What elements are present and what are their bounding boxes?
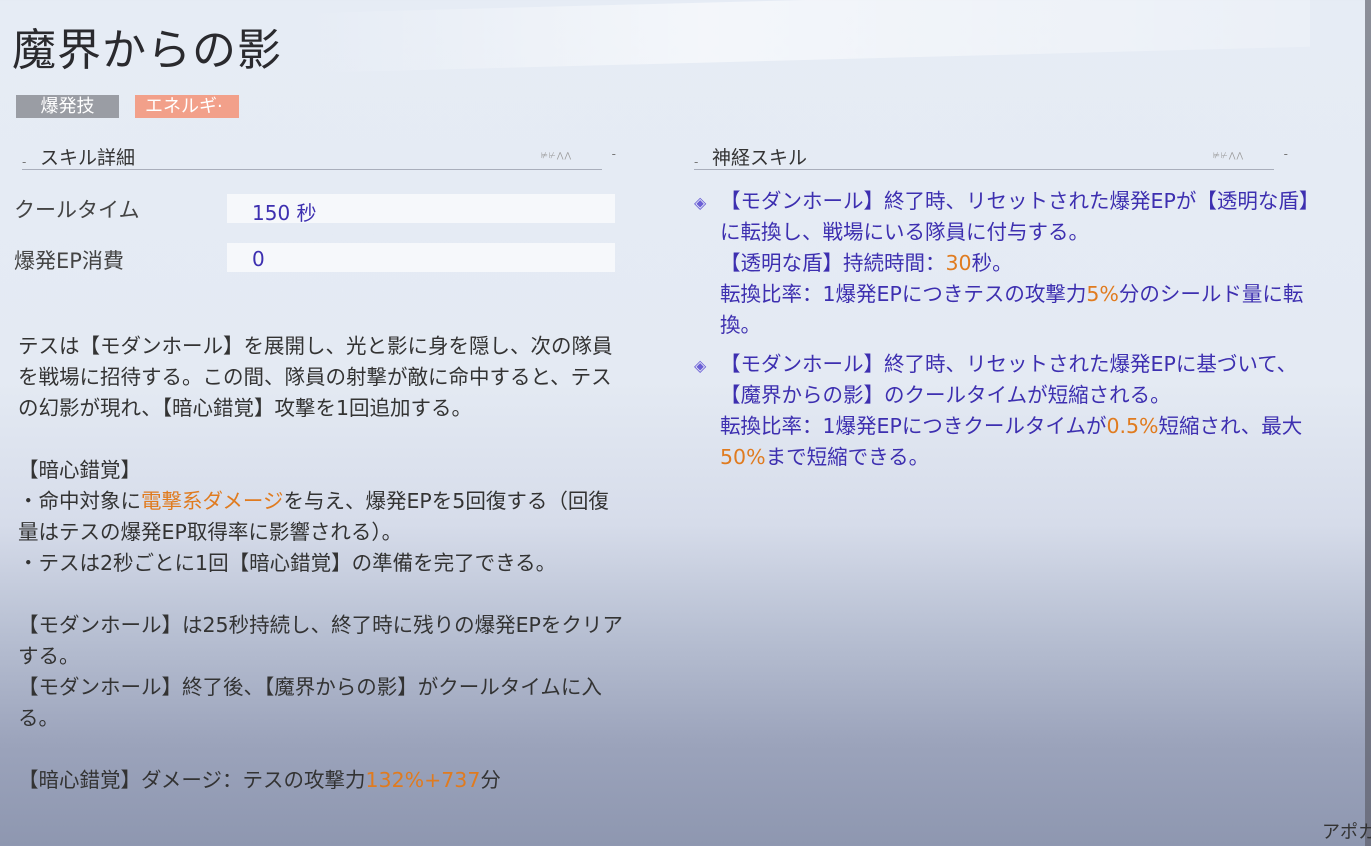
skill-details-header: - スキル詳細 ⊭⊬⋀⋀ - — [22, 143, 616, 170]
diamond-bullet-icon: ◈ — [694, 193, 707, 212]
header-decoration: ⊭⊬⋀⋀ — [1212, 151, 1244, 160]
ep-cost-value: 0 — [252, 247, 265, 271]
desc-damage-line: 【暗心錯覚】ダメージ：テスの攻撃力132%+737分 — [18, 768, 501, 792]
skill-title: 魔界からの影 — [12, 25, 282, 76]
skill-description: テスは【モダンホール】を展開し、光と影に身を隠し、次の隊員を戦場に招待する。この… — [18, 331, 628, 796]
cooldown-value: 150 秒 — [252, 201, 317, 225]
ep-cost-value-box: 0 — [227, 243, 615, 272]
neural-skill-header: - 神経スキル ⊭⊬⋀⋀ - — [694, 143, 1288, 170]
desc-paragraph-1: テスは【モダンホール】を展開し、光と影に身を隠し、次の隊員を戦場に招待する。この… — [18, 334, 613, 420]
diamond-bullet-icon: ◈ — [694, 356, 707, 375]
electric-damage-highlight: 電撃系ダメージ — [141, 489, 284, 513]
damage-value-highlight: 132%+737 — [365, 768, 481, 792]
neural-skill-list: ◈ 【モダンホール】終了時、リセットされた爆発EPが【透明な盾】に転換し、戦場に… — [694, 186, 1314, 481]
header-endmark: - — [611, 147, 616, 161]
corner-text: アポカ — [1322, 822, 1371, 843]
cooldown-value-box: 150 秒 — [227, 194, 615, 225]
right-edge-panel — [1365, 0, 1371, 846]
header-endmark: - — [1283, 147, 1288, 161]
tag-energy: エネルギ· — [135, 95, 239, 118]
header-dash: - — [22, 155, 27, 169]
desc-illusion-line-1: ・命中対象に電撃系ダメージを与え、爆発EPを5回復する（回復量はテスの爆発EP取… — [18, 489, 609, 544]
neural-skill-item: ◈ 【モダンホール】終了時、リセットされた爆発EPが【透明な盾】に転換し、戦場に… — [694, 189, 1310, 337]
tag-burst-skill: 爆発技 — [16, 95, 119, 118]
background-streak — [300, 0, 1310, 74]
cooldown-label: クールタイム — [14, 198, 140, 222]
neural-skill-item: ◈ 【モダンホール】終了時、リセットされた爆発EPに基づいて、【魔界からの影】の… — [694, 352, 1303, 469]
skill-details-heading: スキル詳細 — [40, 147, 136, 169]
header-decoration: ⊭⊬⋀⋀ — [540, 151, 572, 160]
header-dash: - — [694, 155, 699, 169]
neural-skill-heading: 神経スキル — [712, 147, 808, 169]
ep-cost-label: 爆発EP消費 — [14, 249, 124, 273]
desc-hole-end: 【モダンホール】終了後、【魔界からの影】がクールタイムに入る。 — [18, 675, 602, 730]
desc-illusion-line-2: ・テスは2秒ごとに1回【暗心錯覚】の準備を完了できる。 — [18, 551, 557, 575]
desc-hole-duration: 【モダンホール】は25秒持続し、終了時に残りの爆発EPをクリアする。 — [18, 613, 623, 668]
desc-illusion-title: 【暗心錯覚】 — [18, 458, 141, 482]
